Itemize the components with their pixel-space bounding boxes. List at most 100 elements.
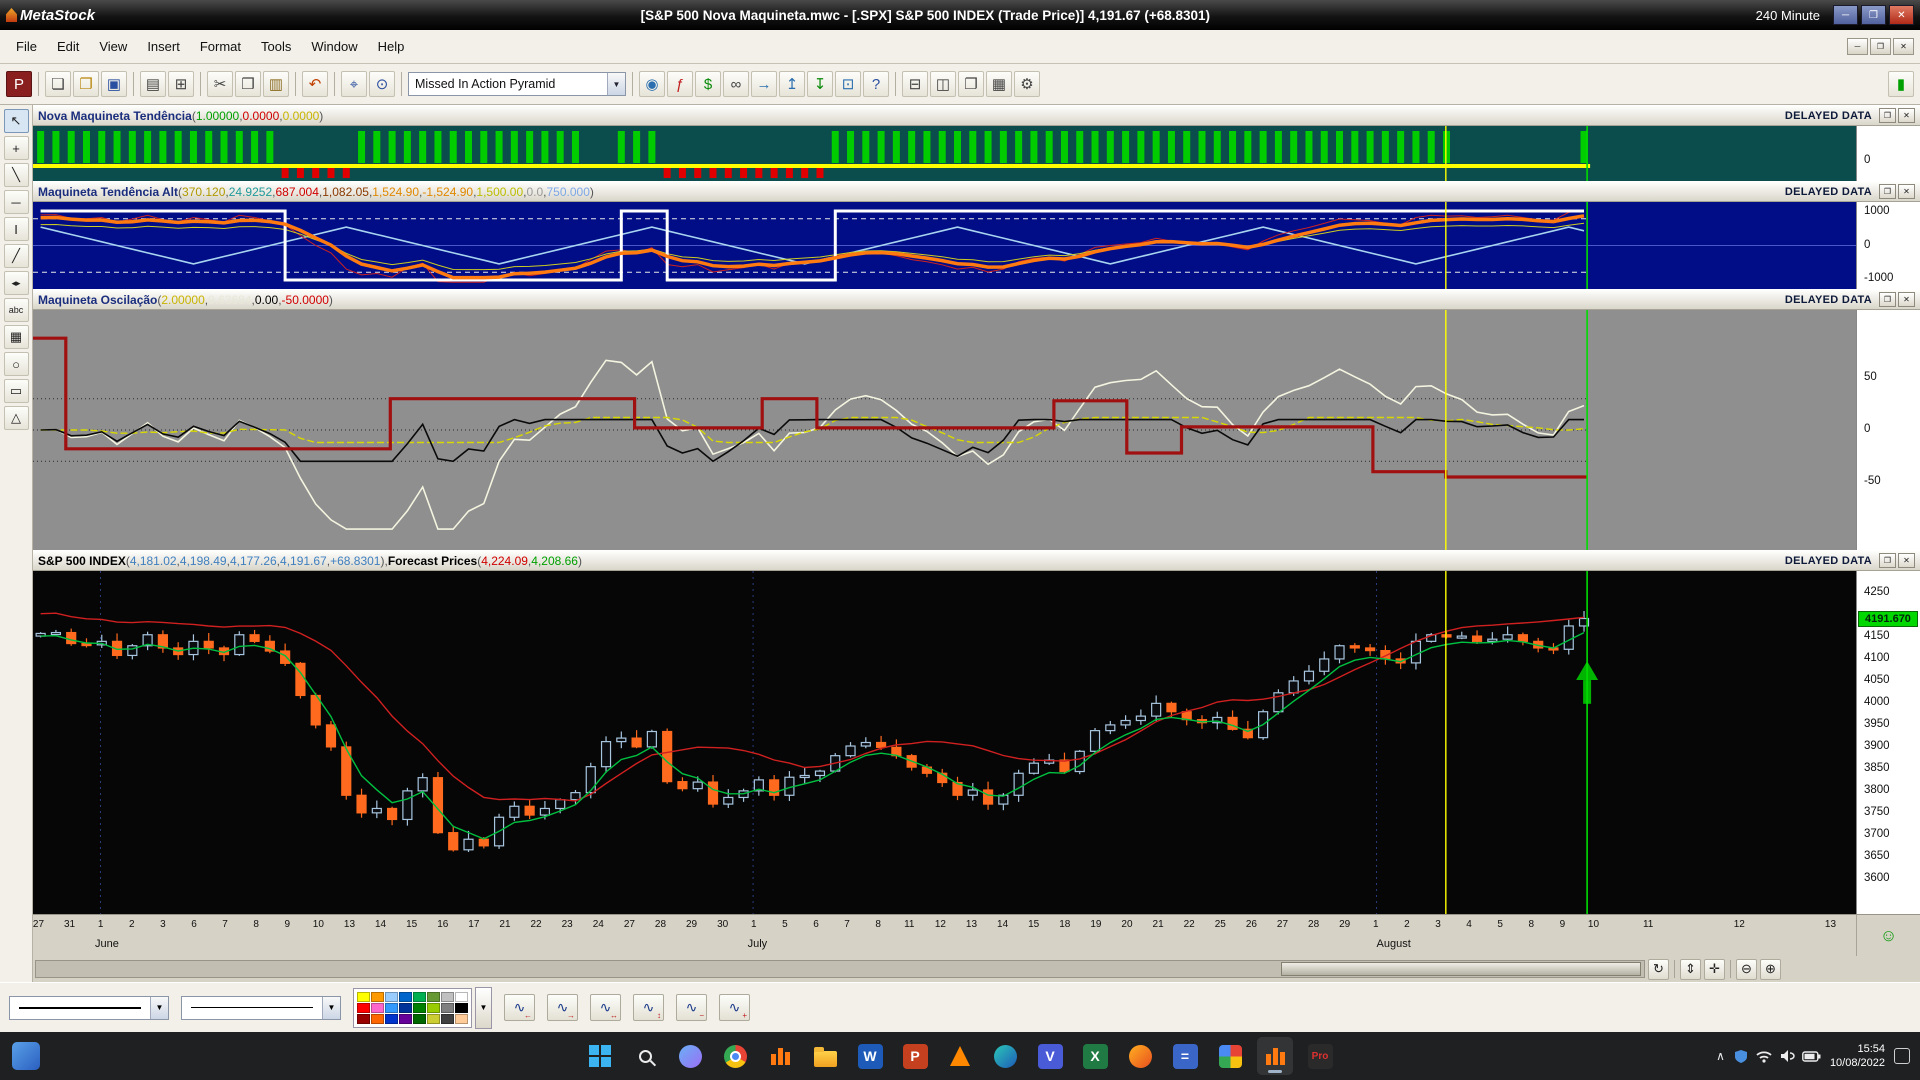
menu-edit[interactable]: Edit — [47, 34, 89, 59]
paste-button[interactable]: ▥ — [263, 71, 289, 97]
new-chart-button[interactable]: ❏ — [45, 71, 71, 97]
color-swatch[interactable] — [427, 1003, 440, 1013]
taskbar-clock[interactable]: 15:54 10/08/2022 — [1830, 1042, 1885, 1071]
panel-restore-button[interactable]: ❐ — [1879, 108, 1896, 123]
color-swatch[interactable] — [357, 1014, 370, 1024]
tendencia-chart[interactable] — [33, 126, 1856, 181]
color-palette[interactable] — [353, 988, 472, 1028]
palette-dropdown-button[interactable]: ▼ — [475, 987, 492, 1029]
taskbar-search-icon[interactable] — [627, 1037, 663, 1075]
line-style-combo[interactable]: ▼ — [9, 996, 169, 1020]
horizontal-scrollbar[interactable] — [35, 960, 1645, 978]
options-button[interactable]: ⚙ — [1014, 71, 1040, 97]
open-button[interactable]: ❐ — [73, 71, 99, 97]
taskbar-photos-icon[interactable] — [1212, 1037, 1248, 1075]
vertical-line-tool[interactable]: I — [4, 217, 29, 241]
scrollbar-thumb[interactable] — [1281, 962, 1641, 976]
status-button[interactable]: ▮ — [1888, 71, 1914, 97]
zoom-preset-4[interactable]: ∿↕ — [633, 994, 664, 1021]
expert-advisor-button[interactable]: $ — [695, 71, 721, 97]
color-swatch[interactable] — [455, 1003, 468, 1013]
grid-tool[interactable]: ▦ — [4, 325, 29, 349]
taskbar-metastock-chart-icon[interactable] — [762, 1037, 798, 1075]
tendencia-alt-chart[interactable] — [33, 202, 1856, 289]
pointer-tool[interactable]: ↖ — [4, 109, 29, 133]
color-swatch[interactable] — [413, 1014, 426, 1024]
panel-restore-button[interactable]: ❐ — [1879, 553, 1896, 568]
tray-chevron-icon[interactable]: ∧ — [1716, 1049, 1725, 1063]
zoom-button[interactable]: ⊙ — [369, 71, 395, 97]
color-swatch[interactable] — [399, 1003, 412, 1013]
research-button[interactable]: ⊡ — [835, 71, 861, 97]
color-swatch[interactable] — [413, 1003, 426, 1013]
minimize-button[interactable]: ─ — [1833, 5, 1858, 25]
mdi-close-button[interactable]: ✕ — [1893, 38, 1914, 55]
indicator-builder-button[interactable]: ƒ — [667, 71, 693, 97]
mdi-restore-button[interactable]: ❐ — [1870, 38, 1891, 55]
ellipse-tool[interactable]: ○ — [4, 352, 29, 376]
color-swatch[interactable] — [399, 1014, 412, 1024]
menu-view[interactable]: View — [89, 34, 137, 59]
panel-restore-button[interactable]: ❐ — [1879, 184, 1896, 199]
powerbar-button[interactable]: P — [6, 71, 32, 97]
crosshair-tool[interactable]: + — [4, 136, 29, 160]
move-button[interactable]: ⌖ — [341, 71, 367, 97]
taskbar-powerpoint-icon[interactable]: P — [897, 1037, 933, 1075]
template-combo[interactable]: Missed In Action Pyramid▼ — [408, 72, 626, 96]
price-chart[interactable] — [33, 571, 1856, 914]
color-swatch[interactable] — [455, 1014, 468, 1024]
page-arrows[interactable]: ◂▸ — [4, 271, 29, 295]
save-button[interactable]: ▣ — [101, 71, 127, 97]
zoom-in-button[interactable]: ⊕ — [1760, 959, 1781, 980]
volume-icon[interactable] — [1780, 1049, 1795, 1063]
zoom-preset-3[interactable]: ∿↔ — [590, 994, 621, 1021]
tile-horizontal-button[interactable]: ⊟ — [902, 71, 928, 97]
menu-file[interactable]: File — [6, 34, 47, 59]
tile-vertical-button[interactable]: ◫ — [930, 71, 956, 97]
color-swatch[interactable] — [385, 1003, 398, 1013]
text-tool[interactable]: abc — [4, 298, 29, 322]
color-swatch[interactable] — [455, 992, 468, 1002]
panel-close-button[interactable]: ✕ — [1898, 292, 1915, 307]
color-swatch[interactable] — [399, 992, 412, 1002]
widgets-icon[interactable] — [12, 1042, 40, 1070]
download-button[interactable]: ↧ — [807, 71, 833, 97]
taskbar-metastock-pro-icon[interactable]: Pro — [1302, 1037, 1338, 1075]
taskbar-visual-studio-icon[interactable]: V — [1032, 1037, 1068, 1075]
color-swatch[interactable] — [413, 992, 426, 1002]
taskbar-firefox-icon[interactable] — [1122, 1037, 1158, 1075]
panel-close-button[interactable]: ✕ — [1898, 184, 1915, 199]
color-swatch[interactable] — [385, 992, 398, 1002]
color-swatch[interactable] — [427, 992, 440, 1002]
taskbar-calculator-icon[interactable]: = — [1167, 1037, 1203, 1075]
taskbar-copilot-icon[interactable] — [672, 1037, 708, 1075]
mdi-minimize-button[interactable]: ─ — [1847, 38, 1868, 55]
undo-button[interactable]: ↶ — [302, 71, 328, 97]
taskbar-word-icon[interactable]: W — [852, 1037, 888, 1075]
menu-insert[interactable]: Insert — [137, 34, 190, 59]
taskbar-edge-icon[interactable] — [987, 1037, 1023, 1075]
cascade-button[interactable]: ❐ — [958, 71, 984, 97]
trendline-tool[interactable]: ╲ — [4, 163, 29, 187]
zoom-preset-1[interactable]: ∿← — [504, 994, 535, 1021]
oscilacao-chart[interactable] — [33, 310, 1856, 550]
print-preview-button[interactable]: ⊞ — [168, 71, 194, 97]
taskbar-metastock-icon[interactable] — [1257, 1037, 1293, 1075]
panel-restore-button[interactable]: ❐ — [1879, 292, 1896, 307]
color-swatch[interactable] — [441, 1003, 454, 1013]
color-swatch[interactable] — [371, 1014, 384, 1024]
forecast-button[interactable]: → — [751, 71, 777, 97]
print-button[interactable]: ▤ — [140, 71, 166, 97]
zoom-out-button[interactable]: ⊖ — [1736, 959, 1757, 980]
color-swatch[interactable] — [441, 1014, 454, 1024]
color-swatch[interactable] — [357, 992, 370, 1002]
panel-close-button[interactable]: ✕ — [1898, 553, 1915, 568]
taskbar-vlc-icon[interactable] — [942, 1037, 978, 1075]
taskbar-file-explorer-icon[interactable] — [807, 1037, 843, 1075]
horizontal-line-tool[interactable]: ─ — [4, 190, 29, 214]
security-icon[interactable] — [1734, 1049, 1748, 1064]
wifi-icon[interactable] — [1755, 1050, 1773, 1063]
chevron-down-icon[interactable]: ▼ — [607, 73, 625, 95]
zoom-preset-2[interactable]: ∿→ — [547, 994, 578, 1021]
battery-icon[interactable] — [1802, 1051, 1821, 1062]
